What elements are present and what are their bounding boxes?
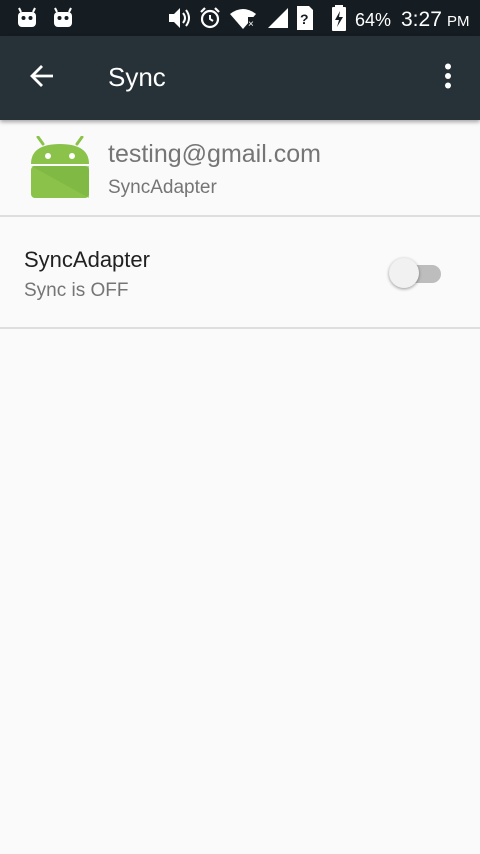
android-notification-icon <box>52 7 74 34</box>
cell-signal-icon <box>266 6 290 35</box>
status-ampm: PM <box>447 13 470 30</box>
svg-text:×: × <box>248 19 254 30</box>
arrow-back-icon <box>28 62 56 95</box>
svg-text:?: ? <box>300 11 309 27</box>
battery-percent: 64% <box>355 10 392 30</box>
account-type-label: SyncAdapter <box>108 177 217 198</box>
sync-item-summary: Sync is OFF <box>24 280 129 301</box>
status-time: 3:27 <box>401 8 442 31</box>
sync-item-row[interactable]: SyncAdapter Sync is OFF <box>0 217 480 329</box>
sim-unknown-icon: ? <box>295 5 315 36</box>
account-email: testing@gmail.com <box>108 140 321 168</box>
page-title: Sync <box>108 62 166 92</box>
sync-item-title: SyncAdapter <box>24 247 150 272</box>
android-notification-icon <box>16 7 38 34</box>
volume-vibrate-icon <box>166 5 194 36</box>
alarm-icon <box>198 6 222 35</box>
account-header: testing@gmail.com SyncAdapter <box>0 120 480 217</box>
sync-toggle-switch[interactable] <box>389 257 441 289</box>
battery-charging-icon <box>331 4 347 37</box>
wifi-icon: × <box>229 6 257 35</box>
back-button[interactable] <box>14 50 70 106</box>
toolbar: Sync <box>0 36 480 120</box>
switch-thumb <box>389 258 419 288</box>
overflow-menu-button[interactable] <box>424 50 472 106</box>
android-app-icon <box>28 135 92 205</box>
status-bar: × ? 64% 3:27 PM <box>0 0 480 36</box>
more-vert-icon <box>444 63 452 94</box>
